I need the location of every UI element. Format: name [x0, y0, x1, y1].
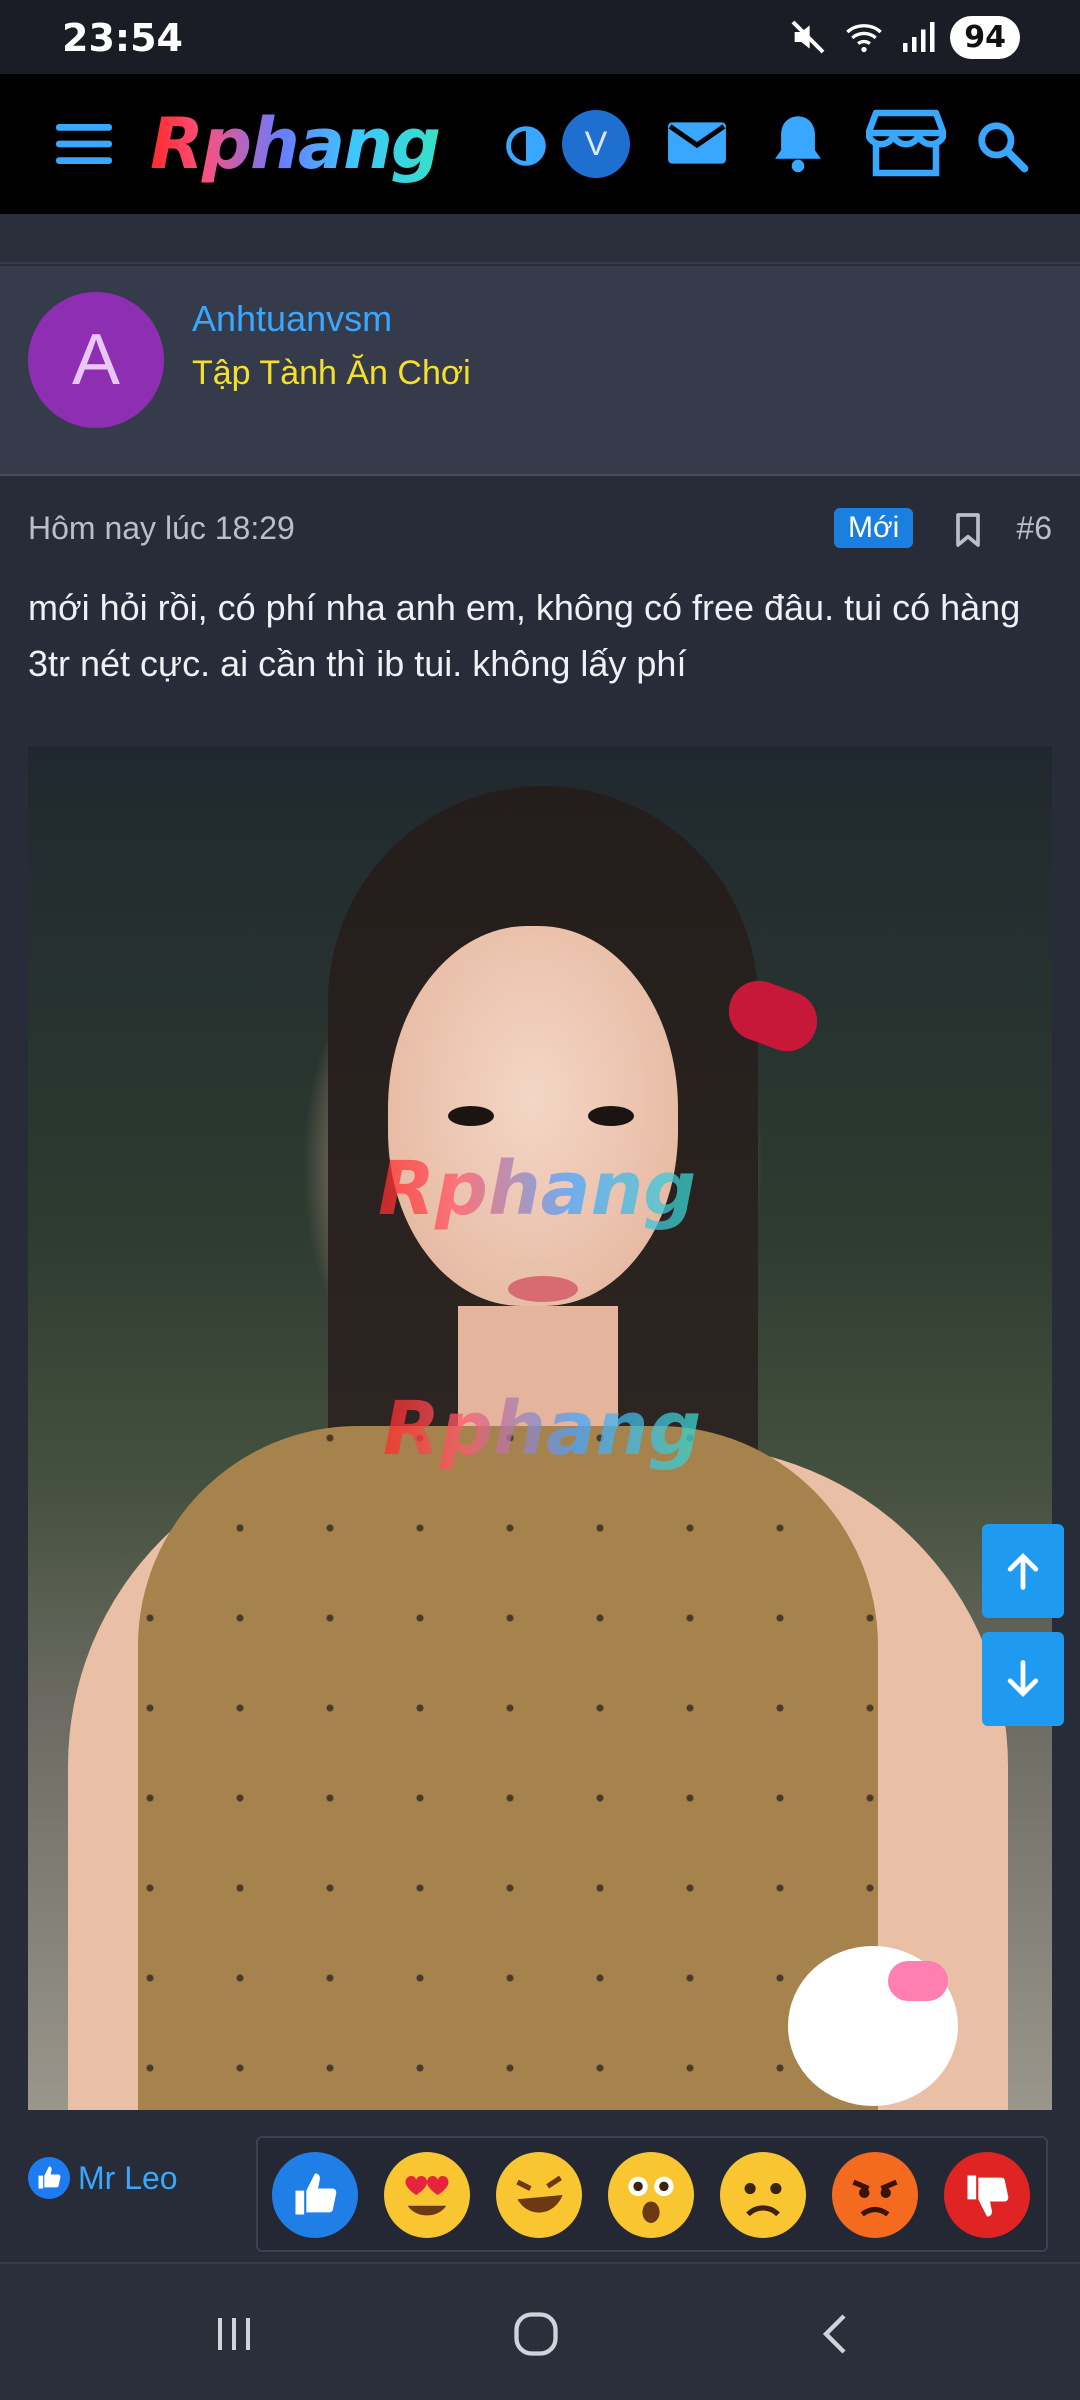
hamburger-icon [56, 124, 112, 164]
hello-kitty-bow [888, 1961, 948, 2001]
signal-icon [903, 22, 935, 52]
reaction-dislike[interactable] [944, 2152, 1030, 2238]
recents-icon [218, 2318, 250, 2350]
post-image[interactable]: Rphang Rphang [28, 746, 1052, 2110]
marketplace-button[interactable] [864, 106, 948, 180]
system-nav-bar [0, 2264, 1080, 2400]
post-body: mới hỏi rồi, có phí nha anh em, không có… [28, 587, 1021, 684]
back-button[interactable] [806, 2304, 866, 2364]
recents-button[interactable] [204, 2304, 264, 2364]
thumbs-up-icon [295, 2173, 337, 2215]
laughing-icon [516, 2175, 563, 2213]
post-date[interactable]: Hôm nay lúc 18:29 [28, 510, 295, 547]
battery-indicator: 94 [950, 15, 1020, 59]
contrast-icon [506, 126, 546, 166]
heart-eyes-icon [405, 2176, 449, 2216]
bookmark-icon [956, 513, 980, 547]
back-icon [822, 2314, 846, 2354]
author-title: Tập Tành Ăn Chơi [192, 354, 471, 392]
status-icons: 94 [788, 14, 1020, 60]
status-time: 23:54 [62, 16, 183, 60]
liked-by-user[interactable]: Mr Leo [78, 2160, 178, 2197]
user-avatar: V [562, 110, 630, 178]
photo-lips [508, 1276, 578, 1302]
mute-icon [791, 20, 825, 54]
arrow-down-icon [1007, 1660, 1039, 1698]
post-author: A Anhtuanvsm Tập Tành Ăn Chơi [0, 266, 1080, 476]
arrow-up-icon [1007, 1552, 1039, 1590]
site-header: Rphang V [0, 74, 1080, 214]
inbox-button[interactable] [664, 112, 730, 174]
post-number[interactable]: #6 [1016, 510, 1052, 547]
user-avatar-button[interactable]: V [562, 110, 630, 178]
site-logo[interactable]: Rphang [150, 98, 460, 190]
home-button[interactable] [506, 2304, 566, 2364]
watermark: Rphang [383, 1386, 702, 1472]
reaction-haha[interactable] [496, 2152, 582, 2238]
theme-toggle[interactable] [500, 120, 552, 172]
surprised-icon [628, 2176, 674, 2223]
alerts-button[interactable] [766, 108, 830, 178]
new-badge: Mới [834, 508, 914, 548]
reaction-like[interactable] [272, 2152, 358, 2238]
search-button[interactable] [970, 114, 1034, 178]
wifi-icon [846, 24, 883, 53]
scroll-bottom-button[interactable] [982, 1632, 1064, 1726]
header-divider [0, 214, 1080, 264]
search-icon [978, 122, 1029, 173]
post-meta: Hôm nay lúc 18:29 Mới #6 [28, 508, 1052, 548]
reaction-sad[interactable] [720, 2152, 806, 2238]
watermark: Rphang [378, 1146, 697, 1232]
reaction-summary[interactable]: Mr Leo [28, 2156, 178, 2200]
reaction-picker [256, 2136, 1048, 2252]
store-icon [866, 109, 946, 177]
author-avatar[interactable]: A [28, 292, 164, 428]
sad-icon [744, 2182, 782, 2217]
reaction-love[interactable] [384, 2152, 470, 2238]
angry-icon [852, 2179, 898, 2217]
thumbs-down-icon [967, 2175, 1009, 2217]
scroll-top-button[interactable] [982, 1524, 1064, 1618]
photo-face [388, 926, 678, 1306]
photo-top [138, 1426, 878, 2110]
bell-icon [775, 116, 821, 173]
status-bar: 23:54 94 [0, 0, 1080, 74]
logo-text: Rphang [150, 103, 441, 185]
menu-button[interactable] [52, 112, 116, 176]
author-name[interactable]: Anhtuanvsm [192, 298, 392, 340]
mail-icon [668, 122, 726, 164]
reaction-angry[interactable] [832, 2152, 918, 2238]
home-icon [514, 2312, 558, 2356]
photo-eye [588, 1106, 634, 1126]
like-icon [28, 2157, 70, 2199]
photo-eye [448, 1106, 494, 1126]
reaction-wow[interactable] [608, 2152, 694, 2238]
bookmark-button[interactable] [948, 510, 988, 550]
